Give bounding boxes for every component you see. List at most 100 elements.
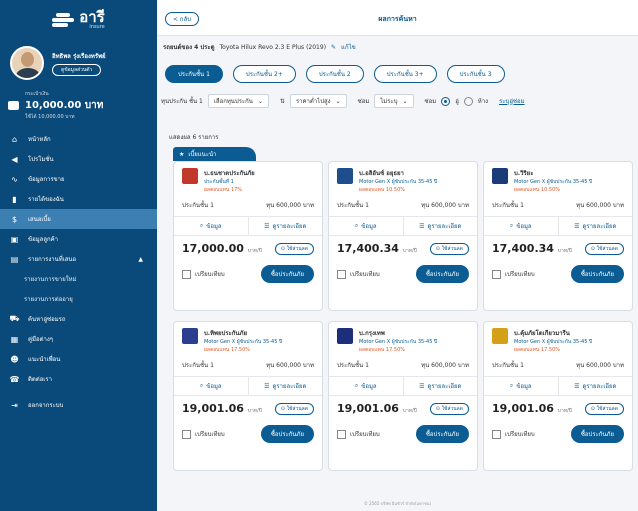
insurance-card: บ.คุ้มภัยโตเกียวมารีน Motor Gen X ผู้ขับ… <box>483 321 633 471</box>
sidebar-item-quote[interactable]: $ เสนอเบี้ย <box>0 209 157 229</box>
info-button-label: ข้อมูล <box>361 223 377 230</box>
buy-insurance-button[interactable]: ซื้อประกันภัย <box>260 265 314 283</box>
card-info-buttons: ⌕ ข้อมูล ☰ ดูรายละเอียด <box>174 216 322 236</box>
info-button[interactable]: ⌕ ข้อมูล <box>174 217 248 235</box>
id-card-icon: ▣ <box>10 234 19 244</box>
details-button[interactable]: ☰ ดูรายละเอียด <box>402 377 478 395</box>
sidebar-item-promotion[interactable]: ◀ โปรโมชั่น <box>0 149 157 169</box>
card-actions: เปรียบเทียบ ซื้อประกันภัย <box>484 417 632 451</box>
chip-class-3[interactable]: ประกันชั้น 3 <box>446 65 505 83</box>
commission-rate: ผลตอบแทน 17.50% <box>359 347 406 353</box>
card-header: บ.ทิพยประกันภัย Motor Gen X ผู้ขับประกัน… <box>174 322 322 358</box>
repair-select[interactable]: ไม่ระบุ ⌄ <box>374 94 414 108</box>
checkbox[interactable] <box>492 269 501 279</box>
buy-insurance-button[interactable]: ซื้อประกันภัย <box>570 425 624 443</box>
wallet-balance[interactable]: กระเป๋าเงิน 10,000.00 บาท ใช้ได้ 10,000.… <box>8 90 149 121</box>
sidebar-item-garage-search[interactable]: ⛟ ค้นหาอู่ซ่อมรถ <box>0 309 157 329</box>
compare-checkbox[interactable]: เปรียบเทียบ <box>492 429 535 439</box>
insurer-logo-icon <box>492 168 508 184</box>
details-button[interactable]: ☰ ดูรายละเอียด <box>557 217 633 235</box>
edit-link[interactable]: แก้ไข <box>341 42 356 52</box>
checkbox[interactable] <box>182 269 191 279</box>
buy-insurance-button[interactable]: ซื้อประกันภัย <box>415 425 469 443</box>
discount-badge[interactable]: ⊙ ใช้ส่วนลด <box>274 402 314 415</box>
checkbox[interactable] <box>337 269 346 279</box>
checkbox[interactable] <box>492 429 501 439</box>
compare-checkbox[interactable]: เปรียบเทียบ <box>182 269 225 279</box>
buy-insurance-button[interactable]: ซื้อประกันภัย <box>260 425 314 443</box>
sidebar-subitem-renewals[interactable]: รายงานการต่ออายุ <box>0 289 157 309</box>
details-button[interactable]: ☰ ดูรายละเอียด <box>402 217 478 235</box>
info-button[interactable]: ⌕ ข้อมูล <box>484 217 558 235</box>
sidebar-item-manuals[interactable]: ▦ คู่มือต่างๆ <box>0 329 157 349</box>
users-icon: ☻ <box>10 354 19 364</box>
sum-insured-select[interactable]: เลือกทุนประกัน ⌄ <box>207 94 269 108</box>
checkbox[interactable] <box>182 429 191 439</box>
insurer-name: บ.วิริยะ <box>514 170 534 177</box>
insurance-card: บ.ทิพยประกันภัย Motor Gen X ผู้ขับประกัน… <box>173 321 323 471</box>
details-button[interactable]: ☰ ดูรายละเอียด <box>247 217 323 235</box>
buy-insurance-button[interactable]: ซื้อประกันภัย <box>570 265 624 283</box>
chip-class-1[interactable]: ประกันชั้น 1 <box>165 65 223 83</box>
commission-rate: ผลตอบแทน 17.50% <box>514 347 561 353</box>
info-button[interactable]: ⌕ ข้อมูล <box>484 377 558 395</box>
details-button[interactable]: ☰ ดูรายละเอียด <box>247 377 323 395</box>
sidebar-item-logout[interactable]: ⇥ ออกจากระบบ <box>0 395 157 415</box>
sidebar-item-label: หน้าหลัก <box>28 136 51 143</box>
sidebar-item-home[interactable]: ⌂ หน้าหลัก <box>0 129 157 149</box>
wallet-sub: ใช้ได้ 10,000.00 บาท <box>25 114 75 120</box>
sort-value: ราคาต่ำไปสูง <box>295 98 331 105</box>
chip-class-3plus[interactable]: ประกันชั้น 3+ <box>373 65 437 83</box>
chip-class-2plus[interactable]: ประกันชั้น 2+ <box>232 65 296 83</box>
app-logo[interactable]: อารี insure <box>0 0 157 40</box>
specify-garage-link[interactable]: ระบุอู่ซ่อม <box>499 96 525 106</box>
sidebar-item-referral[interactable]: ☻ แนะนำเพื่อน <box>0 349 157 369</box>
compare-checkbox[interactable]: เปรียบเทียบ <box>492 269 535 279</box>
avatar[interactable] <box>10 46 44 80</box>
discount-badge[interactable]: ⊙ ใช้ส่วนลด <box>429 402 469 415</box>
compare-checkbox[interactable]: เปรียบเทียบ <box>182 429 225 439</box>
buy-insurance-button[interactable]: ซื้อประกันภัย <box>415 265 469 283</box>
document-icon: ▤ <box>10 254 19 264</box>
sidebar-item-sales-data[interactable]: ∿ ข้อมูลการขาย <box>0 169 157 189</box>
wallet-value: 10,000.00 บาท <box>25 100 104 111</box>
logo-mark-icon <box>52 12 75 28</box>
search-icon: ⌕ <box>199 222 204 229</box>
checkbox[interactable] <box>337 429 346 439</box>
radio-garage[interactable] <box>441 96 451 106</box>
details-button[interactable]: ☰ ดูรายละเอียด <box>557 377 633 395</box>
radio-dealer[interactable] <box>463 96 473 106</box>
sidebar-item-income[interactable]: ▮ รายได้ของฉัน <box>0 189 157 209</box>
card-header: บ.กรุงเทพ Motor Gen X ผู้ขับประกัน 35-45… <box>329 322 477 358</box>
discount-badge[interactable]: ⊙ ใช้ส่วนลด <box>429 242 469 255</box>
sort-select[interactable]: ราคาต่ำไปสูง ⌄ <box>289 94 347 108</box>
sidebar-item-customers[interactable]: ▣ ข้อมูลลูกค้า <box>0 229 157 249</box>
sort-icon: ⇅ <box>279 97 285 105</box>
premium-value: 17,400.34 <box>492 242 554 255</box>
chevron-down-icon: ⌄ <box>335 97 341 105</box>
edit-icon[interactable]: ✎ <box>331 44 336 51</box>
sidebar-item-proposals[interactable]: ▤ รายการงานที่เสนอ ▲ <box>0 249 157 269</box>
info-button[interactable]: ⌕ ข้อมูล <box>174 377 248 395</box>
compare-label: เปรียบเทียบ <box>195 271 225 278</box>
chip-class-2[interactable]: ประกันชั้น 2 <box>305 65 364 83</box>
view-profile-button[interactable]: ดูข้อมูลส่วนตัว <box>52 63 102 76</box>
sum-insured: ทุน 600,000 บาท <box>266 362 314 369</box>
insurance-card: บ.วิริยะ Motor Gen X ผู้ขับประกัน 35-45 … <box>483 161 633 311</box>
info-button[interactable]: ⌕ ข้อมูล <box>329 377 403 395</box>
discount-badge[interactable]: ⊙ ใช้ส่วนลด <box>584 402 624 415</box>
insurer-name: บ.คุ้มภัยโตเกียวมารีน <box>514 330 570 337</box>
profile-block: อิทธิพล รุ่งเรืองทรัพย์ ดูข้อมูลส่วนตัว <box>10 46 147 80</box>
info-button[interactable]: ⌕ ข้อมูล <box>329 217 403 235</box>
price-unit: บาท/ปี <box>402 248 417 254</box>
discount-badge[interactable]: ⊙ ใช้ส่วนลด <box>274 242 314 255</box>
sidebar-subitem-new-sales[interactable]: รายงานการขายใหม่ <box>0 269 157 289</box>
chevron-up-icon[interactable]: ▲ <box>138 256 143 263</box>
list-icon: ☰ <box>574 222 580 230</box>
sidebar-item-contact[interactable]: ☎ ติดต่อเรา <box>0 369 157 389</box>
discount-badge[interactable]: ⊙ ใช้ส่วนลด <box>584 242 624 255</box>
recommended-tab[interactable]: ★ เบี้ยแนะนำ <box>173 147 256 161</box>
compare-checkbox[interactable]: เปรียบเทียบ <box>337 269 380 279</box>
sidebar-item-label: ข้อมูลลูกค้า <box>28 236 59 243</box>
compare-checkbox[interactable]: เปรียบเทียบ <box>337 429 380 439</box>
